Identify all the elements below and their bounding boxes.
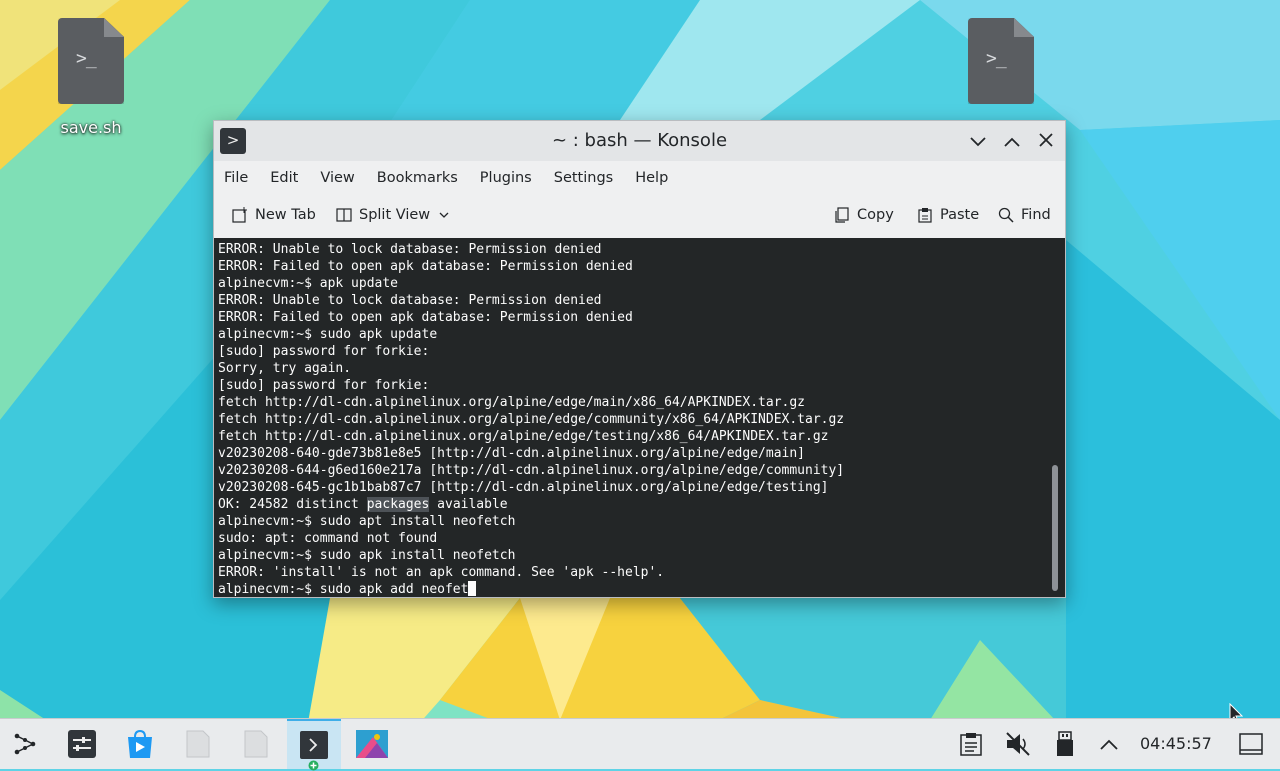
volume-button[interactable] bbox=[993, 719, 1043, 769]
taskbar-file-1[interactable] bbox=[173, 719, 223, 769]
device-notifier-button[interactable] bbox=[1040, 719, 1090, 769]
terminal-line: ERROR: Unable to lock database: Permissi… bbox=[218, 293, 602, 308]
chevron-up-icon bbox=[1100, 739, 1118, 750]
chevron-down-icon bbox=[439, 212, 449, 218]
file-icon bbox=[186, 730, 210, 758]
new-tab-icon bbox=[232, 207, 247, 223]
app-launcher-button[interactable] bbox=[0, 719, 50, 769]
screenshot-icon bbox=[356, 730, 388, 758]
title-bar[interactable]: > ~ : bash — Konsole bbox=[214, 121, 1065, 161]
menu-file[interactable]: File bbox=[224, 170, 248, 186]
taskbar: 04:45:57 bbox=[0, 718, 1280, 771]
terminal-line: Sorry, try again. bbox=[218, 361, 352, 376]
terminal-scrollbar[interactable] bbox=[1052, 465, 1058, 591]
copy-button[interactable]: Copy bbox=[834, 207, 894, 223]
taskbar-file-2[interactable] bbox=[231, 719, 281, 769]
split-view-icon bbox=[336, 208, 352, 222]
menu-help[interactable]: Help bbox=[635, 170, 668, 186]
chevron-up-icon bbox=[1004, 137, 1020, 147]
terminal-line: v20230208-645-gc1b1bab87c7 [http://dl-cd… bbox=[218, 480, 829, 495]
terminal-line: fetch http://dl-cdn.alpinelinux.org/alpi… bbox=[218, 395, 805, 410]
taskbar-konsole[interactable] bbox=[287, 719, 341, 771]
terminal-line: OK: 24582 distinct packages available bbox=[218, 497, 508, 512]
app-launcher-icon bbox=[14, 733, 36, 755]
split-view-button[interactable]: Split View bbox=[336, 207, 449, 223]
terminal-line: alpinecvm:~$ sudo apt install neofetch bbox=[218, 514, 516, 529]
desktop-file-save-sh[interactable]: >_ save.sh bbox=[41, 18, 141, 137]
terminal-line: alpinecvm:~$ apk update bbox=[218, 276, 399, 291]
menu-view[interactable]: View bbox=[320, 170, 354, 186]
shell-script-icon: >_ bbox=[58, 18, 124, 104]
menu-edit[interactable]: Edit bbox=[270, 170, 298, 186]
usb-device-icon bbox=[1057, 731, 1073, 756]
search-icon bbox=[998, 207, 1014, 223]
paste-button[interactable]: Paste bbox=[917, 207, 979, 223]
terminal-line: v20230208-640-gde73b81e8e5 [http://dl-cd… bbox=[218, 446, 805, 461]
toolbar: New Tab Split View Copy Paste Find bbox=[214, 195, 1065, 237]
selected-text: packages bbox=[366, 497, 430, 512]
copy-icon bbox=[835, 207, 849, 223]
terminal-line: [sudo] password for forkie: bbox=[218, 344, 430, 359]
find-button[interactable]: Find bbox=[998, 207, 1051, 223]
maximize-button[interactable] bbox=[1000, 129, 1024, 153]
discover-icon bbox=[128, 729, 152, 758]
terminal-line: ERROR: Failed to open apk database: Perm… bbox=[218, 310, 633, 325]
terminal-line: fetch http://dl-cdn.alpinelinux.org/alpi… bbox=[218, 429, 829, 444]
terminal-output[interactable]: ERROR: Unable to lock database: Permissi… bbox=[214, 238, 1065, 597]
terminal-line: [sudo] password for forkie: bbox=[218, 378, 430, 393]
chevron-down-icon bbox=[970, 137, 986, 147]
add-instance-icon bbox=[308, 760, 319, 771]
text-cursor bbox=[468, 581, 477, 596]
terminal-line: alpinecvm:~$ sudo apk install neofetch bbox=[218, 548, 516, 563]
terminal-prompt-line[interactable]: alpinecvm:~$ sudo apk add neofet bbox=[218, 581, 1061, 597]
file-icon bbox=[244, 730, 268, 758]
paste-icon bbox=[918, 208, 932, 223]
volume-muted-icon bbox=[1006, 732, 1030, 756]
taskbar-screenshot[interactable] bbox=[347, 719, 397, 769]
window-title: ~ : bash — Konsole bbox=[551, 130, 728, 151]
terminal-line: v20230208-644-g6ed160e217a [http://dl-cd… bbox=[218, 463, 845, 478]
clipboard-button[interactable] bbox=[946, 719, 996, 769]
terminal-line: ERROR: Failed to open apk database: Perm… bbox=[218, 259, 633, 274]
menu-plugins[interactable]: Plugins bbox=[480, 170, 532, 186]
system-settings-icon bbox=[68, 730, 96, 758]
desktop-file-script[interactable]: >_ bbox=[951, 18, 1051, 118]
show-desktop-button[interactable] bbox=[1226, 719, 1276, 769]
terminal-line: alpinecvm:~$ sudo apk update bbox=[218, 327, 438, 342]
terminal-line: ERROR: Unable to lock database: Permissi… bbox=[218, 242, 602, 257]
new-tab-button[interactable]: New Tab bbox=[232, 207, 316, 223]
minimize-button[interactable] bbox=[966, 129, 990, 153]
konsole-icon bbox=[300, 731, 328, 759]
show-desktop-icon bbox=[1239, 733, 1263, 755]
menu-settings[interactable]: Settings bbox=[554, 170, 613, 186]
close-icon bbox=[1039, 133, 1053, 147]
taskbar-discover[interactable] bbox=[115, 719, 165, 769]
shell-script-icon: >_ bbox=[968, 18, 1034, 104]
menu-bookmarks[interactable]: Bookmarks bbox=[377, 170, 458, 186]
clock[interactable]: 04:45:57 bbox=[1140, 734, 1212, 753]
taskbar-system-settings[interactable] bbox=[57, 719, 107, 769]
desktop-file-label: save.sh bbox=[60, 118, 122, 137]
close-button[interactable] bbox=[1034, 129, 1058, 153]
terminal-line: fetch http://dl-cdn.alpinelinux.org/alpi… bbox=[218, 412, 845, 427]
konsole-window: > ~ : bash — Konsole File Edit View Book… bbox=[213, 120, 1066, 598]
terminal-line: ERROR: 'install' is not an apk command. … bbox=[218, 565, 665, 580]
terminal-line: sudo: apt: command not found bbox=[218, 531, 438, 546]
tray-expand-button[interactable] bbox=[1084, 719, 1134, 769]
menu-bar: File Edit View Bookmarks Plugins Setting… bbox=[214, 161, 1065, 195]
clipboard-icon bbox=[960, 733, 982, 756]
